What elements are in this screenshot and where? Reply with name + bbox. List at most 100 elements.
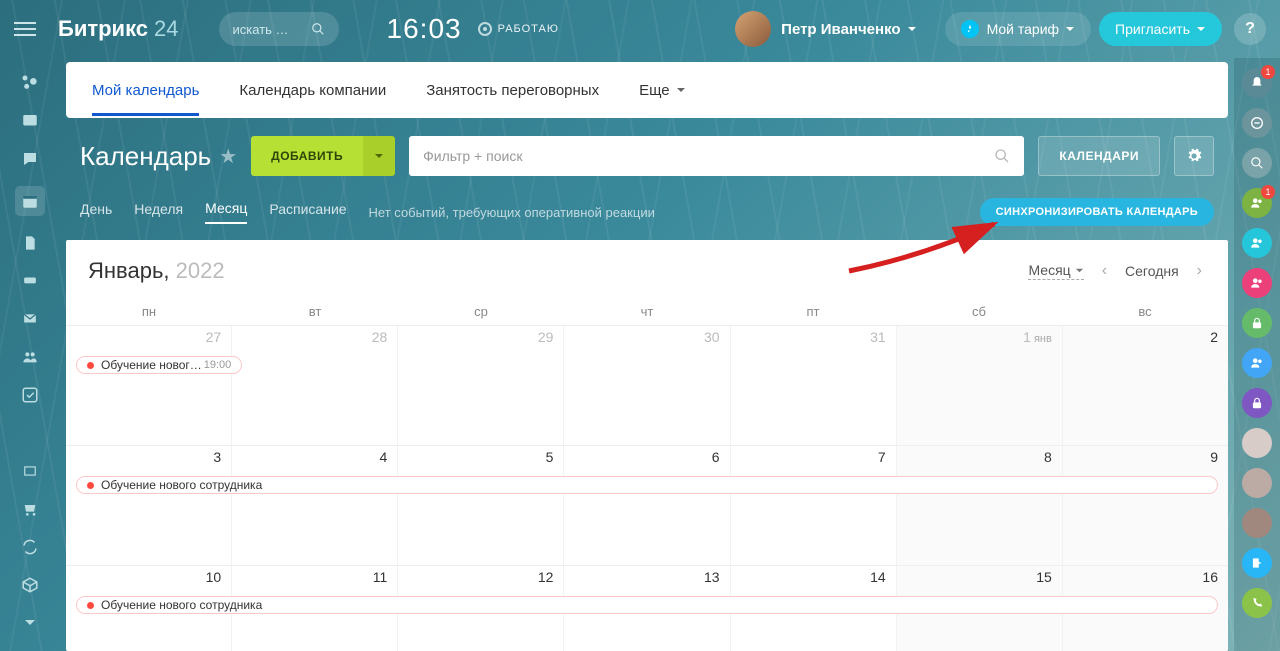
- calendars-button[interactable]: КАЛЕНДАРИ: [1038, 136, 1160, 176]
- rail-doc-icon[interactable]: [19, 232, 41, 254]
- invite-button[interactable]: Пригласить: [1099, 12, 1222, 46]
- rail-group1-icon[interactable]: 1: [1242, 188, 1272, 218]
- no-events-note: Нет событий, требующих оперативной реакц…: [369, 205, 655, 220]
- day-cell[interactable]: 2: [1063, 326, 1228, 352]
- next-period[interactable]: ›: [1193, 262, 1206, 280]
- view-schedule[interactable]: Расписание: [269, 201, 346, 223]
- day-cell[interactable]: 9: [1063, 446, 1228, 472]
- rail-mail-icon[interactable]: [19, 308, 41, 330]
- day-cell[interactable]: 11: [232, 566, 398, 592]
- tab-more[interactable]: Еще: [639, 65, 686, 116]
- rail-window-icon[interactable]: [19, 460, 41, 482]
- rail-cart-icon[interactable]: [19, 498, 41, 520]
- rail-bell-icon[interactable]: 1: [1242, 68, 1272, 98]
- rail-export-icon[interactable]: [1242, 548, 1272, 578]
- day-cell[interactable]: 13: [564, 566, 730, 592]
- settings-button[interactable]: [1174, 136, 1214, 176]
- rail-lock2-icon[interactable]: [1242, 388, 1272, 418]
- today-button[interactable]: Сегодня: [1125, 263, 1179, 279]
- day-cell[interactable]: 28: [232, 326, 398, 352]
- rail-calendar-icon[interactable]: [15, 186, 45, 216]
- group-badge: 1: [1261, 185, 1275, 199]
- help-button[interactable]: ?: [1234, 13, 1266, 45]
- add-dropdown[interactable]: [363, 136, 395, 176]
- rail-group3-icon[interactable]: [1242, 268, 1272, 298]
- add-button[interactable]: ДОБАВИТЬ: [251, 136, 363, 176]
- rail-drive-icon[interactable]: [19, 270, 41, 292]
- chevron-down-icon: [1196, 24, 1206, 34]
- period-selector[interactable]: Месяц: [1028, 262, 1083, 280]
- day-cell[interactable]: 15: [897, 566, 1063, 592]
- rail-user2-avatar[interactable]: [1242, 468, 1272, 498]
- rail-user3-avatar[interactable]: [1242, 508, 1272, 538]
- day-cell[interactable]: 6: [564, 446, 730, 472]
- day-cell[interactable]: 30: [564, 326, 730, 352]
- rail-box-icon[interactable]: [19, 574, 41, 596]
- search-icon: [994, 148, 1010, 164]
- rail-lock-icon[interactable]: [1242, 308, 1272, 338]
- rail-user1-avatar[interactable]: [1242, 428, 1272, 458]
- prev-period[interactable]: ‹: [1098, 262, 1111, 280]
- hamburger-icon[interactable]: [14, 18, 36, 40]
- week-row: 3456789 Обучение нового сотрудника: [66, 446, 1228, 566]
- day-cell[interactable]: 10: [66, 566, 232, 592]
- rail-filter-icon[interactable]: [19, 422, 41, 444]
- rail-group2-icon[interactable]: [1242, 228, 1272, 258]
- rail-circle-icon[interactable]: [1242, 108, 1272, 138]
- rail-check-icon[interactable]: [19, 384, 41, 406]
- rail-chat-icon[interactable]: [19, 148, 41, 170]
- search-placeholder: искать …: [233, 22, 289, 37]
- chevron-down-icon: [1065, 24, 1075, 34]
- rail-phone-icon[interactable]: [1242, 588, 1272, 618]
- rocket-icon: [961, 20, 979, 38]
- filter-search[interactable]: Фильтр + поиск: [409, 136, 1024, 176]
- chevron-down-icon: [1075, 266, 1084, 275]
- day-cell[interactable]: 4: [232, 446, 398, 472]
- day-cell[interactable]: 16: [1063, 566, 1228, 592]
- username-menu[interactable]: Петр Иванченко: [781, 21, 916, 38]
- day-cell[interactable]: 29: [398, 326, 564, 352]
- day-cell[interactable]: 5: [398, 446, 564, 472]
- calendar-event[interactable]: Обучение нового сотрудника: [76, 476, 1218, 494]
- rail-tasks-icon[interactable]: [19, 110, 41, 132]
- rail-sync-icon[interactable]: [19, 536, 41, 558]
- day-cell[interactable]: 7: [731, 446, 897, 472]
- rail-group4-icon[interactable]: [1242, 348, 1272, 378]
- chevron-down-icon: [374, 151, 384, 161]
- sync-calendar-button[interactable]: СИНХРОНИЗИРОВАТЬ КАЛЕНДАРЬ: [980, 198, 1214, 226]
- day-cell[interactable]: 31: [731, 326, 897, 352]
- calendar-event[interactable]: Обучение новог…19:00: [76, 356, 242, 374]
- calendar-event[interactable]: Обучение нового сотрудника: [76, 596, 1218, 614]
- record-icon: [478, 22, 492, 36]
- avatar[interactable]: [735, 11, 771, 47]
- day-cell[interactable]: 1янв: [897, 326, 1063, 352]
- rail-team-icon[interactable]: [19, 346, 41, 368]
- chevron-down-icon: [907, 24, 917, 34]
- rail-search-icon[interactable]: [1242, 148, 1272, 178]
- tariff-button[interactable]: Мой тариф: [945, 12, 1091, 46]
- star-icon[interactable]: ★: [219, 144, 237, 169]
- work-status[interactable]: РАБОТАЮ: [478, 22, 559, 36]
- tabs: Мой календарь Календарь компании Занятос…: [66, 62, 1228, 118]
- month-title: Январь, 2022: [88, 258, 225, 284]
- rail-more-icon[interactable]: [19, 612, 41, 634]
- search-icon: [311, 22, 325, 36]
- day-cell[interactable]: 27: [66, 326, 232, 352]
- left-rail: [0, 58, 60, 651]
- day-cell[interactable]: 3: [66, 446, 232, 472]
- tab-my-calendar[interactable]: Мой календарь: [92, 65, 199, 116]
- tab-meeting-rooms[interactable]: Занятость переговорных: [426, 65, 599, 116]
- day-cell[interactable]: 14: [731, 566, 897, 592]
- day-cell[interactable]: 8: [897, 446, 1063, 472]
- global-search[interactable]: искать …: [219, 12, 339, 46]
- view-month[interactable]: Месяц: [205, 200, 247, 224]
- logo[interactable]: Битрикс 24: [58, 16, 179, 42]
- week-row: 10111213141516 Обучение нового сотрудника: [66, 566, 1228, 651]
- view-day[interactable]: День: [80, 201, 112, 223]
- view-week[interactable]: Неделя: [134, 201, 183, 223]
- logo-suffix: 24: [154, 16, 178, 42]
- right-rail: 1 1: [1234, 58, 1280, 651]
- tab-company-calendar[interactable]: Календарь компании: [239, 65, 386, 116]
- day-cell[interactable]: 12: [398, 566, 564, 592]
- rail-feed-icon[interactable]: [19, 72, 41, 94]
